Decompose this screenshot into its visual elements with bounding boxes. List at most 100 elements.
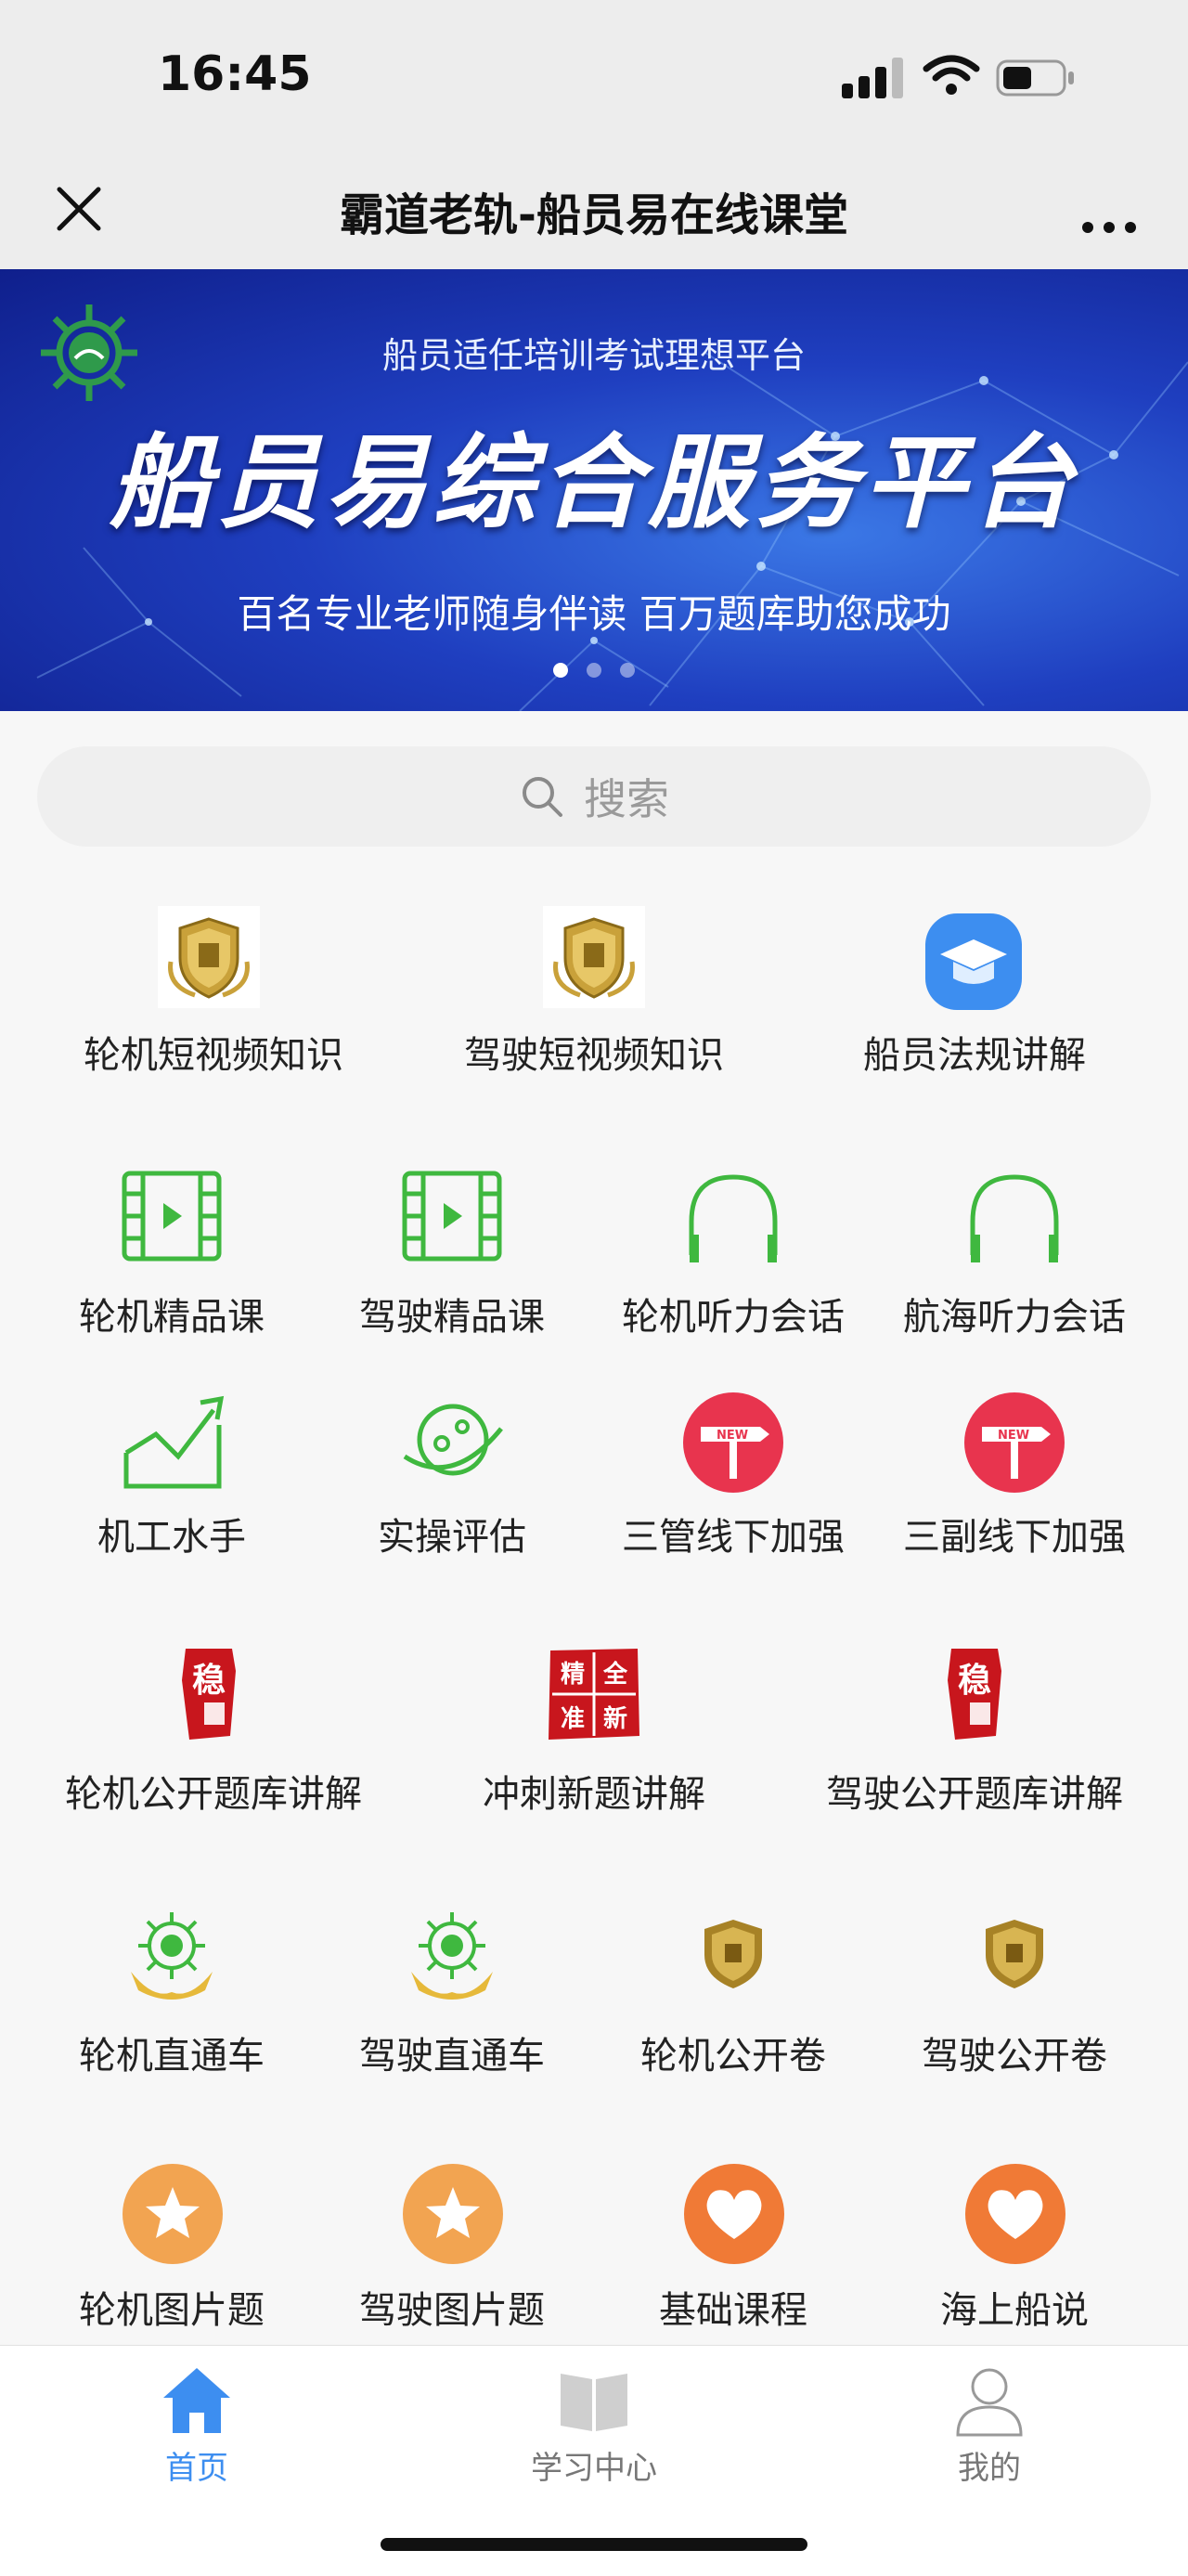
menu-item-deck-premium-course[interactable]: 驾驶精品课 [313,1170,591,1346]
tab-label: 学习中心 [531,2450,657,2487]
planet-icon [403,1404,503,1476]
menu-item-label: 驾驶图片题 [359,2289,545,2332]
menu-item-label: 冲刺新题讲解 [483,1773,705,1816]
menu-item-engine-premium-course[interactable]: 轮机精品课 [32,1170,311,1346]
home-icon [163,2368,230,2433]
signal-icon [842,58,903,98]
menu-item-label: 轮机图片题 [79,2289,265,2332]
menu-item-deck-express[interactable]: 驾驶直通车 [313,1905,591,2081]
carousel-dots [0,663,1188,681]
seal-stamp-icon: 稳 [948,1649,1001,1740]
menu-item-practical-assessment[interactable]: 实操评估 [313,1388,591,1564]
gold-badge-icon [704,1920,762,1988]
carousel-dot[interactable] [587,663,601,678]
menu-item-label: 驾驶公开卷 [922,2035,1107,2078]
banner-tagline: 百名专业老师随身伴读 百万题库助您成功 [237,591,951,637]
star-icon [403,2164,503,2264]
nav-bar: 霸道老轨-船员易在线课堂 [0,158,1188,270]
tab-profile[interactable]: 我的 [897,2364,1082,2488]
menu-item-label: 驾驶直通车 [359,2035,545,2078]
status-time: 16:45 [158,46,312,102]
menu-item-label: 轮机短视频知识 [84,1034,343,1077]
tab-label: 首页 [165,2450,228,2487]
wifi-icon [923,55,980,95]
menu-item-sprint-new-questions[interactable]: 精 全 准 新 冲刺新题讲解 [399,1643,789,1829]
menu-item-engine-short-video[interactable]: 轮机短视频知识 [19,906,408,1092]
carousel-dot[interactable] [620,663,635,678]
menu-item-label: 航海听力会话 [903,1296,1126,1339]
menu-item-engine-express[interactable]: 轮机直通车 [32,1905,311,2081]
menu-item-third-engineer-offline[interactable]: NEW 三管线下加强 [594,1388,872,1564]
menu-item-label: 轮机公开题库讲解 [65,1773,362,1816]
menu-item-engine-public-bank[interactable]: 稳 轮机公开题库讲解 [19,1643,408,1829]
banner-headline: 船员易综合服务平台 [110,422,1078,542]
menu-item-deck-picture-questions[interactable]: 驾驶图片题 [313,2163,591,2339]
search-placeholder: 搜索 [584,774,669,824]
menu-item-label: 轮机公开卷 [640,2035,826,2078]
menu-item-engine-picture-questions[interactable]: 轮机图片题 [32,2163,311,2339]
menu-item-label: 驾驶精品课 [359,1296,545,1339]
svg-text:全: 全 [602,1660,628,1689]
status-bar: 16:45 [0,0,1188,158]
search-icon [523,777,562,817]
menu-item-sea-stories[interactable]: 海上船说 [875,2163,1154,2339]
tab-label: 我的 [958,2450,1021,2487]
menu-item-engine-sailor[interactable]: 机工水手 [32,1388,311,1564]
menu-item-label: 驾驶短视频知识 [464,1034,724,1077]
menu-item-deck-public-paper[interactable]: 驾驶公开卷 [875,1905,1154,2081]
banner-subtitle: 船员适任培训考试理想平台 [381,335,806,376]
tab-home[interactable]: 首页 [104,2364,290,2488]
new-sign-icon: NEW [964,1392,1065,1493]
new-badge-text: NEW [717,1429,748,1443]
menu-item-basic-course[interactable]: 基础课程 [594,2163,872,2339]
menu-item-label: 船员法规讲解 [863,1034,1086,1077]
menu-item-label: 机工水手 [97,1516,246,1559]
trend-chart-icon [123,1395,225,1489]
menu-item-engine-public-paper[interactable]: 轮机公开卷 [594,1905,872,2081]
user-icon [956,2368,1023,2437]
book-icon [561,2374,627,2431]
tab-learning-center[interactable]: 学习中心 [501,2364,687,2488]
carousel-dot[interactable] [553,663,568,678]
menu-item-crew-regulations[interactable]: 船员法规讲解 [780,906,1169,1092]
video-icon [402,1171,502,1262]
menu-item-label: 轮机精品课 [79,1296,265,1339]
gold-badge-icon [986,1920,1043,1988]
heart-icon [965,2164,1065,2264]
menu-item-label: 海上船说 [940,2289,1089,2332]
menu-item-deck-public-bank[interactable]: 稳 驾驶公开题库讲解 [780,1643,1169,1829]
menu-item-label: 驾驶公开题库讲解 [826,1773,1123,1816]
menu-item-label: 三副线下加强 [903,1516,1126,1559]
more-icon[interactable] [1067,176,1151,241]
video-icon [122,1171,222,1262]
menu-item-label: 基础课程 [659,2289,807,2332]
svg-text:新: 新 [603,1704,627,1733]
star-icon [123,2164,223,2264]
battery-icon [996,59,1074,97]
new-badge-text: NEW [998,1429,1029,1443]
menu-item-label: 实操评估 [378,1516,526,1559]
menu-item-deck-short-video[interactable]: 驾驶短视频知识 [399,906,789,1092]
seal-text: 稳 [192,1661,226,1700]
ship-wheel-hands-icon [411,1912,493,2000]
headphones-icon [689,1174,778,1262]
gold-shield-icon [543,906,645,1008]
seal-stamp-icon: 精 全 准 新 [549,1649,639,1740]
new-sign-icon: NEW [683,1392,783,1493]
menu-item-label: 轮机直通车 [79,2035,265,2078]
heart-icon [684,2164,784,2264]
ship-wheel-hands-icon [131,1912,213,2000]
seal-stamp-icon: 稳 [182,1649,236,1740]
graduation-cap-icon [925,913,1022,1010]
menu-item-label: 三管线下加强 [622,1516,845,1559]
menu-item-second-officer-offline[interactable]: NEW 三副线下加强 [875,1388,1154,1564]
menu-item-engine-listening[interactable]: 轮机听力会话 [594,1170,872,1346]
home-indicator[interactable] [381,2538,807,2551]
search-bar[interactable]: 搜索 [37,746,1151,847]
promo-banner[interactable]: 船员适任培训考试理想平台 船员易综合服务平台 百名专业老师随身伴读 百万题库助您… [0,269,1188,711]
svg-text:精: 精 [561,1661,585,1689]
menu-item-nautical-listening[interactable]: 航海听力会话 [875,1170,1154,1346]
seal-text: 稳 [958,1661,991,1700]
close-icon[interactable] [46,176,111,241]
gold-shield-icon [158,906,260,1008]
